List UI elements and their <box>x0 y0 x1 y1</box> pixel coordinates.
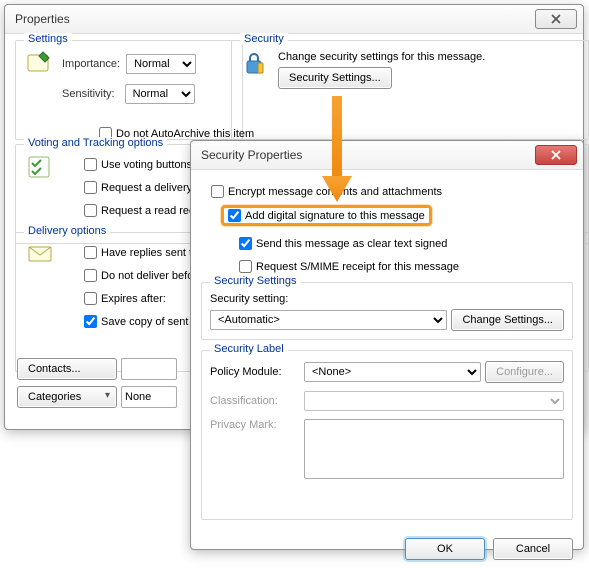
contacts-button[interactable]: Contacts... <box>17 358 117 380</box>
security-setting-label: Security setting: <box>210 293 564 305</box>
group-legend: Voting and Tracking options <box>24 137 167 149</box>
change-settings-button[interactable]: Change Settings... <box>451 309 564 331</box>
classification-label: Classification: <box>210 395 300 407</box>
sensitivity-select[interactable]: Normal <box>125 84 195 104</box>
importance-select[interactable]: Normal <box>126 54 196 74</box>
categories-button[interactable]: Categories <box>17 386 117 408</box>
group-legend: Delivery options <box>24 225 110 237</box>
classification-select <box>304 391 564 411</box>
checklist-icon <box>24 155 56 220</box>
sensitivity-label: Sensitivity: <box>62 88 115 100</box>
close-icon[interactable] <box>535 9 577 29</box>
savecopy-checkbox[interactable] <box>84 315 97 328</box>
importance-label: Importance: <box>62 58 120 70</box>
use-voting-checkbox[interactable] <box>84 158 97 171</box>
cleartext-label: Send this message as clear text signed <box>256 238 447 250</box>
sign-label: Add digital signature to this message <box>245 210 425 222</box>
sign-checkbox[interactable] <box>228 209 241 222</box>
lock-icon <box>240 51 272 89</box>
encrypt-checkbox[interactable] <box>211 185 224 198</box>
privacy-textarea <box>304 419 564 479</box>
security-desc: Change security settings for this messag… <box>278 51 485 63</box>
configure-button: Configure... <box>485 361 564 383</box>
group-legend: Settings <box>24 33 72 45</box>
security-group: Security Change security settings for th… <box>231 40 589 140</box>
cancel-button[interactable]: Cancel <box>493 538 573 560</box>
use-voting-label: Use voting buttons: <box>101 159 195 171</box>
expires-checkbox[interactable] <box>84 292 97 305</box>
sign-highlight: Add digital signature to this message <box>221 205 432 226</box>
group-legend: Security <box>240 33 288 45</box>
security-settings-group: Security Settings Security setting: <Aut… <box>201 282 573 340</box>
replies-checkbox[interactable] <box>84 246 97 259</box>
policy-select[interactable]: <None> <box>304 362 481 382</box>
replies-label: Have replies sent to: <box>101 247 201 259</box>
encrypt-label: Encrypt message contents and attachments <box>228 186 442 198</box>
smime-checkbox[interactable] <box>239 260 252 273</box>
titlebar: Properties <box>5 5 583 34</box>
delivery-receipt-checkbox[interactable] <box>84 181 97 194</box>
contacts-input[interactable] <box>121 358 177 380</box>
security-setting-select[interactable]: <Automatic> <box>210 310 447 330</box>
window-title: Security Properties <box>201 148 302 162</box>
security-properties-window: Security Properties Encrypt message cont… <box>190 140 584 550</box>
window-title: Properties <box>15 12 70 26</box>
close-icon[interactable] <box>535 145 577 165</box>
smime-label: Request S/MIME receipt for this message <box>256 261 459 273</box>
cleartext-checkbox[interactable] <box>239 237 252 250</box>
ok-button[interactable]: OK <box>405 538 485 560</box>
settings-group: Settings Importance: Normal Sensitivity: <box>15 40 243 140</box>
security-label-group: Security Label Policy Module: <None> Con… <box>201 350 573 520</box>
group-legend: Security Label <box>210 343 288 355</box>
security-settings-button[interactable]: Security Settings... <box>278 67 392 89</box>
envelope-icon <box>24 243 56 331</box>
titlebar: Security Properties <box>191 141 583 170</box>
expires-label: Expires after: <box>101 293 166 305</box>
read-receipt-checkbox[interactable] <box>84 204 97 217</box>
policy-label: Policy Module: <box>210 366 300 378</box>
note-icon <box>24 51 56 107</box>
privacy-label: Privacy Mark: <box>210 419 300 431</box>
group-legend: Security Settings <box>210 275 301 287</box>
nodeliver-checkbox[interactable] <box>84 269 97 282</box>
categories-input[interactable] <box>121 386 177 408</box>
